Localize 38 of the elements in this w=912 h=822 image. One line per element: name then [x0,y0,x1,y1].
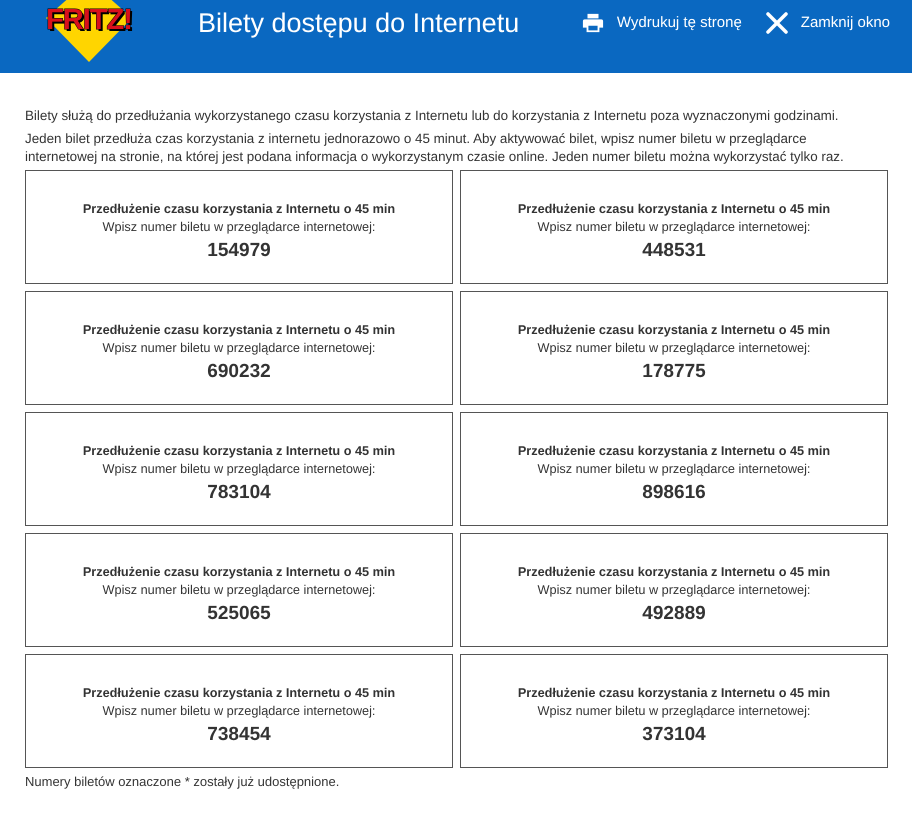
print-button[interactable]: Wydrukuj tę stronę [582,12,742,34]
ticket-title: Przedłużenie czasu korzystania z Internetu o 45 min [518,200,830,218]
ticket-number: 154979 [207,238,271,262]
intro-paragraph: Bilety służą do przedłużania wykorzystanego czasu korzystania z Internetu lub do korzystania z Internetu poza wyznaczonymi godzinami. [25,107,840,125]
ticket-title: Przedłużenie czasu korzystania z Internetu o 45 min [82,200,396,218]
ticket-number: 448531 [642,238,706,262]
ticket-instruction: Wpisz numer biletu w przeglądarce internetowej: [538,460,810,478]
close-icon [766,12,788,34]
printer-icon [582,12,604,34]
ticket-number: 525065 [207,602,271,626]
ticket-number: 738454 [207,722,271,746]
ticket-title: Przedłużenie czasu korzystania z Internetu o 45 min [518,322,830,338]
ticket-title: Przedłużenie czasu korzystania z Internetu o 45 min [82,564,396,580]
ticket-title: Przedłużenie czasu korzystania z Internetu o 45 min [518,442,830,460]
ticket-instruction: Wpisz numer biletu w przeglądarce internetowej: [102,460,376,478]
ticket-instruction: Wpisz numer biletu w przeglądarce internetowej: [102,218,376,236]
page-title: Bilety dostępu do Internetu [198,7,520,39]
ticket-number: 373104 [642,722,706,746]
ticket-number: 492889 [642,602,706,626]
close-window-button[interactable]: Zamknij okno [766,12,890,34]
ticket-title: Przedłużenie czasu korzystania z Internetu o 45 min [82,442,396,460]
ticket-instruction: Wpisz numer biletu w przeglądarce internetowej: [538,340,810,356]
ticket-title: Przedłużenie czasu korzystania z Internetu o 45 min [518,684,830,702]
intro-paragraph: Jeden bilet przedłuża czas korzystania z internetu jednorazowo o 45 minut. Aby aktywować bilet, wpisz numer biletu w przeglądarce internetowej na stronie, na której jest podana informacja o wykorzystanym czasie online. Jeden numer biletu można wykorzystać tylko raz. [25,130,845,166]
ticket-number: 690232 [207,360,271,384]
ticket-instruction: Wpisz numer biletu w przeglądarce internetowej: [538,218,810,236]
ticket-instruction: Wpisz numer biletu w przeglądarce internetowej: [538,702,810,720]
ticket-number: 898616 [642,480,706,504]
ticket-instruction: Wpisz numer biletu w przeglądarce internetowej: [538,582,810,598]
ticket-instruction: Wpisz numer biletu w przeglądarce internetowej: [102,340,376,356]
ticket-instruction: Wpisz numer biletu w przeglądarce internetowej: [102,702,376,720]
ticket-title: Przedłużenie czasu korzystania z Internetu o 45 min [82,322,396,338]
ticket-title: Przedłużenie czasu korzystania z Internetu o 45 min [518,564,830,580]
ticket-number: 178775 [642,360,706,384]
ticket-title: Przedłużenie czasu korzystania z Internetu o 45 min [82,684,396,702]
footnote: Numery biletów oznaczone * zostały już udostępnione. [25,773,340,791]
ticket-number: 783104 [207,480,271,504]
ticket-instruction: Wpisz numer biletu w przeglądarce internetowej: [102,582,376,598]
